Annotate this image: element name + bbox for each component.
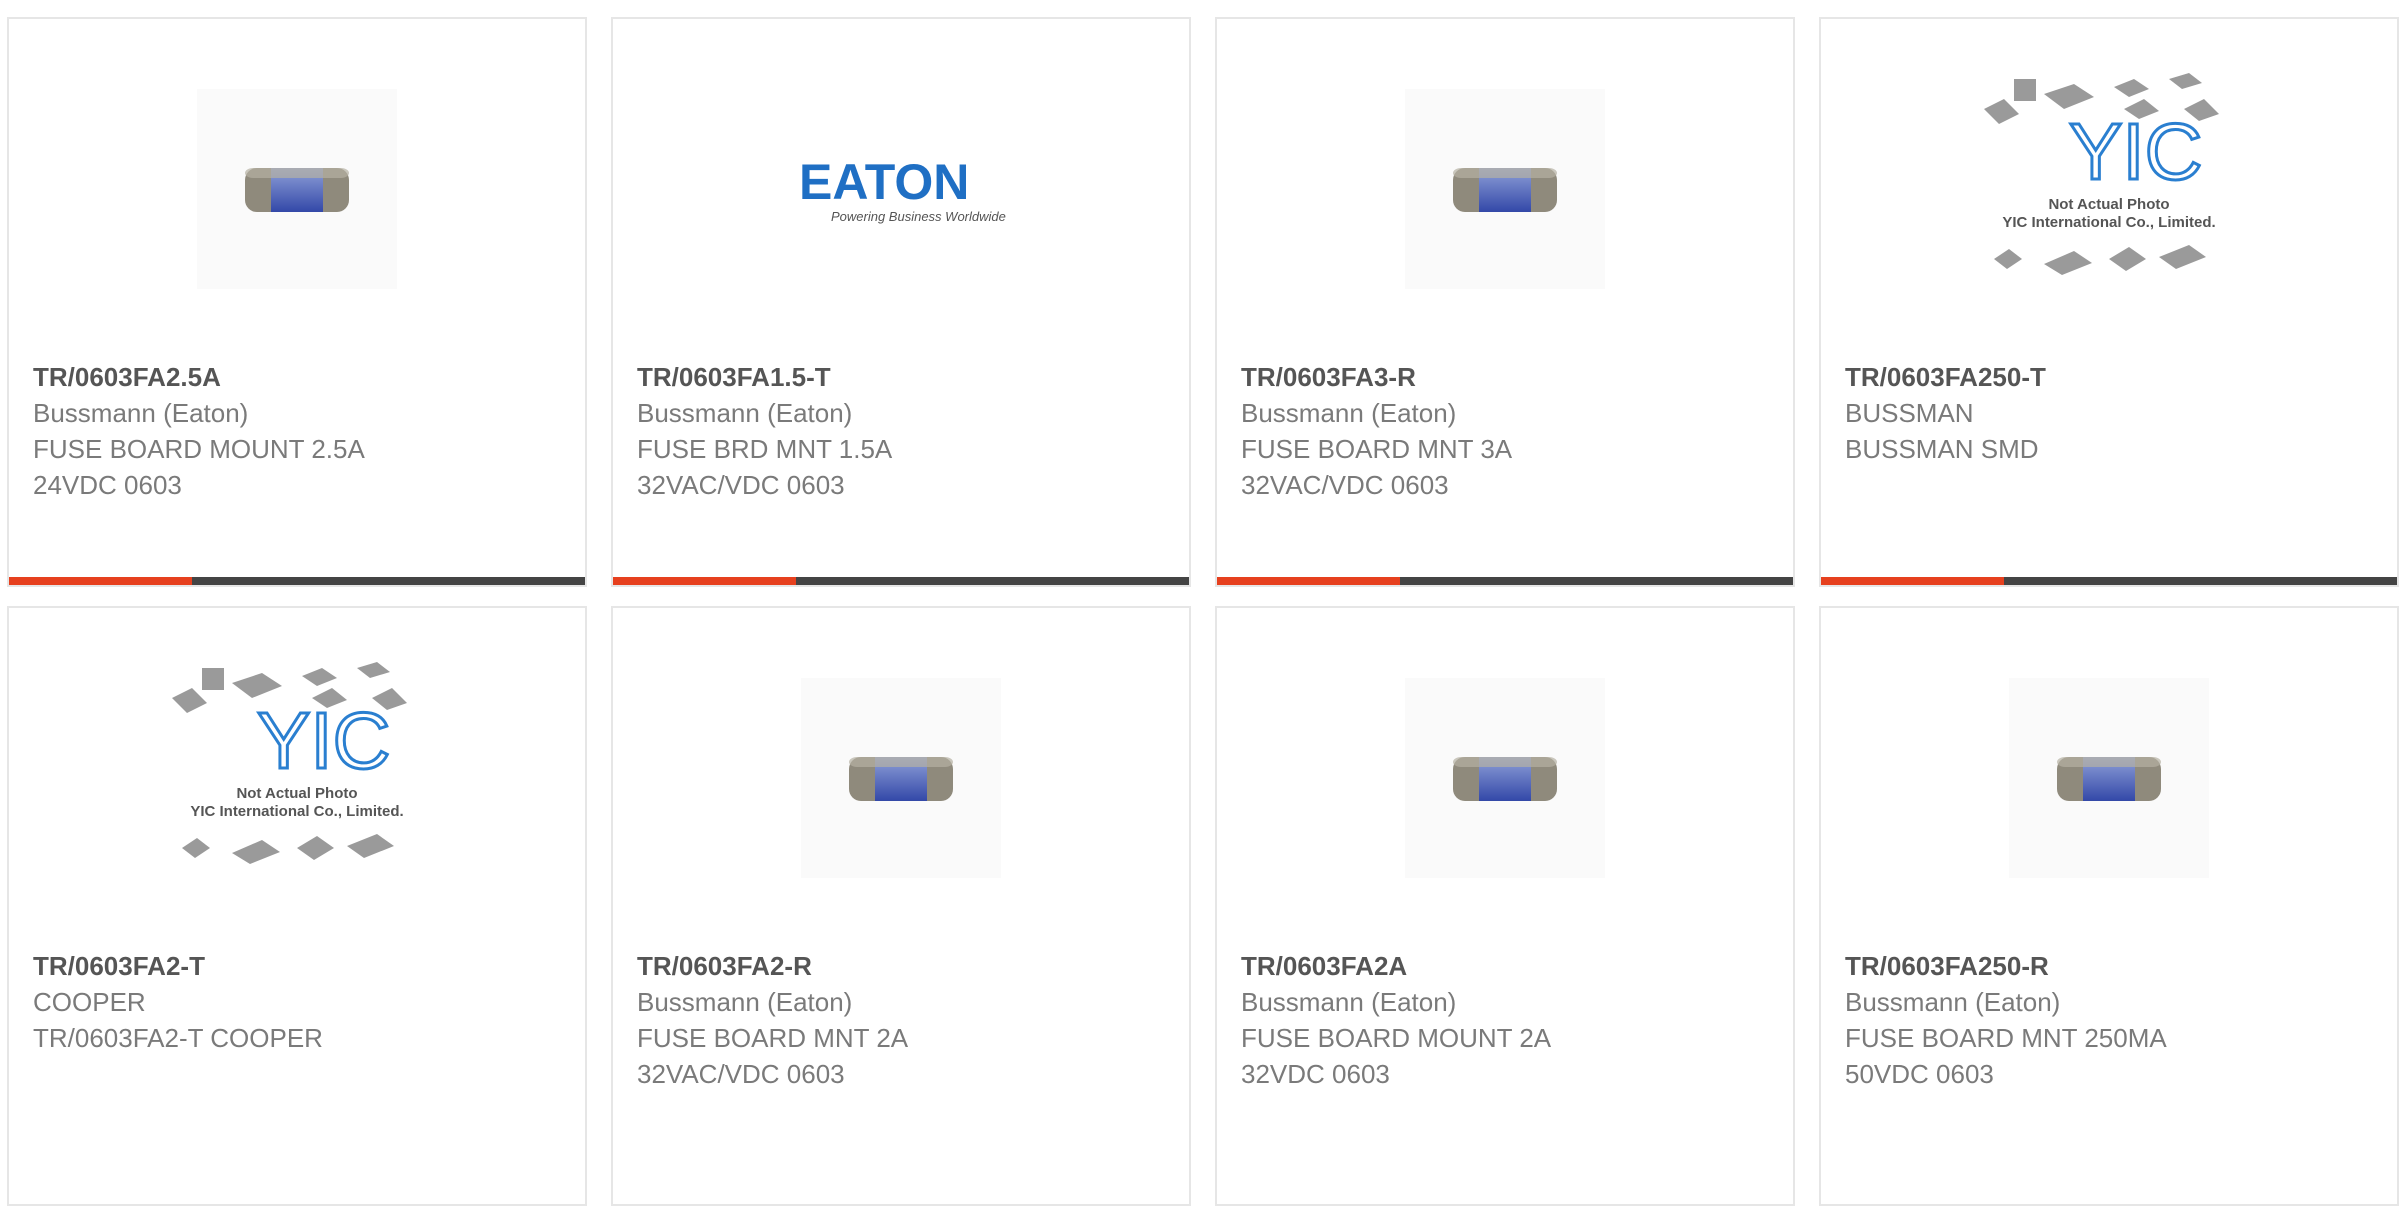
description-line-2: 32VAC/VDC 0603 xyxy=(1241,470,1449,500)
manufacturer: Bussmann (Eaton) xyxy=(1241,987,1457,1017)
manufacturer: Bussmann (Eaton) xyxy=(1241,398,1457,428)
card-accent xyxy=(1821,577,2004,585)
product-card[interactable]: TR/0603FA250-R Bussmann (Eaton) FUSE BOA… xyxy=(1819,606,2399,1206)
part-number-link[interactable]: TR/0603FA2-R xyxy=(637,948,1169,984)
product-thumbnail[interactable]: YIC Not Actual Photo YIC International C… xyxy=(9,662,585,878)
description-line-1: FUSE BRD MNT 1.5A xyxy=(637,434,893,464)
product-card[interactable]: TR/0603FA3-R Bussmann (Eaton) FUSE BOARD… xyxy=(1215,17,1795,587)
description-line-2: 24VDC 0603 xyxy=(33,470,182,500)
svg-text:YIC: YIC xyxy=(2069,107,2202,196)
svg-text:YIC International Co., Limited: YIC International Co., Limited. xyxy=(2002,214,2215,231)
product-card[interactable]: EATON Powering Business Worldwide TR/060… xyxy=(611,17,1191,587)
description-line-2: 32VAC/VDC 0603 xyxy=(637,470,845,500)
product-grid: TR/0603FA2.5A Bussmann (Eaton) FUSE BOAR… xyxy=(0,0,2400,1206)
product-card[interactable]: TR/0603FA2A Bussmann (Eaton) FUSE BOARD … xyxy=(1215,606,1795,1206)
svg-text:YIC International Co., Limited: YIC International Co., Limited. xyxy=(190,803,403,820)
product-info: TR/0603FA2A Bussmann (Eaton) FUSE BOARD … xyxy=(1241,948,1773,1092)
product-info: TR/0603FA1.5-T Bussmann (Eaton) FUSE BRD… xyxy=(637,359,1169,503)
manufacturer: Bussmann (Eaton) xyxy=(33,398,249,428)
product-info: TR/0603FA2-T COOPER TR/0603FA2-T COOPER xyxy=(33,948,565,1056)
description-line-2: 32VDC 0603 xyxy=(1241,1059,1390,1089)
description-line-1: FUSE BOARD MNT 3A xyxy=(1241,434,1513,464)
card-accent xyxy=(1217,577,1400,585)
card-accent xyxy=(613,577,796,585)
part-number-link[interactable]: TR/0603FA2A xyxy=(1241,948,1773,984)
product-info: TR/0603FA2.5A Bussmann (Eaton) FUSE BOAR… xyxy=(33,359,565,503)
product-thumbnail[interactable]: YIC Not Actual Photo YIC International C… xyxy=(1821,73,2397,289)
product-card[interactable]: TR/0603FA2.5A Bussmann (Eaton) FUSE BOAR… xyxy=(7,17,587,587)
description-line-1: BUSSMAN SMD xyxy=(1845,434,2039,464)
yic-placeholder-image: YIC Not Actual Photo YIC International C… xyxy=(1974,59,2244,299)
eaton-logo-image: EATON Powering Business Worldwide xyxy=(786,89,1016,289)
part-number-link[interactable]: TR/0603FA3-R xyxy=(1241,359,1773,395)
product-info: TR/0603FA250-T BUSSMAN BUSSMAN SMD xyxy=(1845,359,2377,467)
card-bottom-bar xyxy=(1821,577,2397,585)
product-thumbnail[interactable] xyxy=(1217,678,1793,878)
description-line-1: TR/0603FA2-T COOPER xyxy=(33,1023,323,1053)
part-number-link[interactable]: TR/0603FA2.5A xyxy=(33,359,565,395)
description-line-2: 50VDC 0603 xyxy=(1845,1059,1994,1089)
manufacturer: Bussmann (Eaton) xyxy=(637,398,853,428)
product-card[interactable]: YIC Not Actual Photo YIC International C… xyxy=(7,606,587,1206)
manufacturer: BUSSMAN xyxy=(1845,398,1974,428)
manufacturer: Bussmann (Eaton) xyxy=(637,987,853,1017)
description-line-1: FUSE BOARD MNT 250MA xyxy=(1845,1023,2167,1053)
fuse-chip-image xyxy=(1405,89,1605,289)
product-card[interactable]: YIC Not Actual Photo YIC International C… xyxy=(1819,17,2399,587)
svg-text:YIC: YIC xyxy=(257,696,390,785)
product-info: TR/0603FA2-R Bussmann (Eaton) FUSE BOARD… xyxy=(637,948,1169,1092)
fuse-chip-image xyxy=(197,89,397,289)
card-bottom-bar xyxy=(1217,577,1793,585)
svg-text:Not Actual Photo: Not Actual Photo xyxy=(2048,196,2169,213)
part-number-link[interactable]: TR/0603FA1.5-T xyxy=(637,359,1169,395)
description-line-1: FUSE BOARD MOUNT 2.5A xyxy=(33,434,365,464)
fuse-chip-image xyxy=(2009,678,2209,878)
description-line-1: FUSE BOARD MNT 2A xyxy=(637,1023,909,1053)
card-bottom-bar xyxy=(9,577,585,585)
product-thumbnail[interactable] xyxy=(1821,678,2397,878)
product-thumbnail[interactable] xyxy=(613,678,1189,878)
manufacturer: COOPER xyxy=(33,987,146,1017)
description-line-2: 32VAC/VDC 0603 xyxy=(637,1059,845,1089)
product-card[interactable]: TR/0603FA2-R Bussmann (Eaton) FUSE BOARD… xyxy=(611,606,1191,1206)
svg-text:Powering Business Worldwide: Powering Business Worldwide xyxy=(831,209,1006,224)
product-info: TR/0603FA3-R Bussmann (Eaton) FUSE BOARD… xyxy=(1241,359,1773,503)
part-number-link[interactable]: TR/0603FA250-T xyxy=(1845,359,2377,395)
card-accent xyxy=(9,577,192,585)
card-bottom-bar xyxy=(613,577,1189,585)
part-number-link[interactable]: TR/0603FA2-T xyxy=(33,948,565,984)
svg-text:Not Actual Photo: Not Actual Photo xyxy=(236,785,357,802)
product-info: TR/0603FA250-R Bussmann (Eaton) FUSE BOA… xyxy=(1845,948,2377,1092)
yic-placeholder-image: YIC Not Actual Photo YIC International C… xyxy=(162,648,432,888)
part-number-link[interactable]: TR/0603FA250-R xyxy=(1845,948,2377,984)
svg-text:EATON: EATON xyxy=(799,154,969,210)
manufacturer: Bussmann (Eaton) xyxy=(1845,987,2061,1017)
description-line-1: FUSE BOARD MOUNT 2A xyxy=(1241,1023,1552,1053)
product-thumbnail[interactable] xyxy=(9,89,585,289)
fuse-chip-image xyxy=(801,678,1001,878)
product-thumbnail[interactable] xyxy=(1217,89,1793,289)
product-thumbnail[interactable]: EATON Powering Business Worldwide xyxy=(613,89,1189,289)
fuse-chip-image xyxy=(1405,678,1605,878)
